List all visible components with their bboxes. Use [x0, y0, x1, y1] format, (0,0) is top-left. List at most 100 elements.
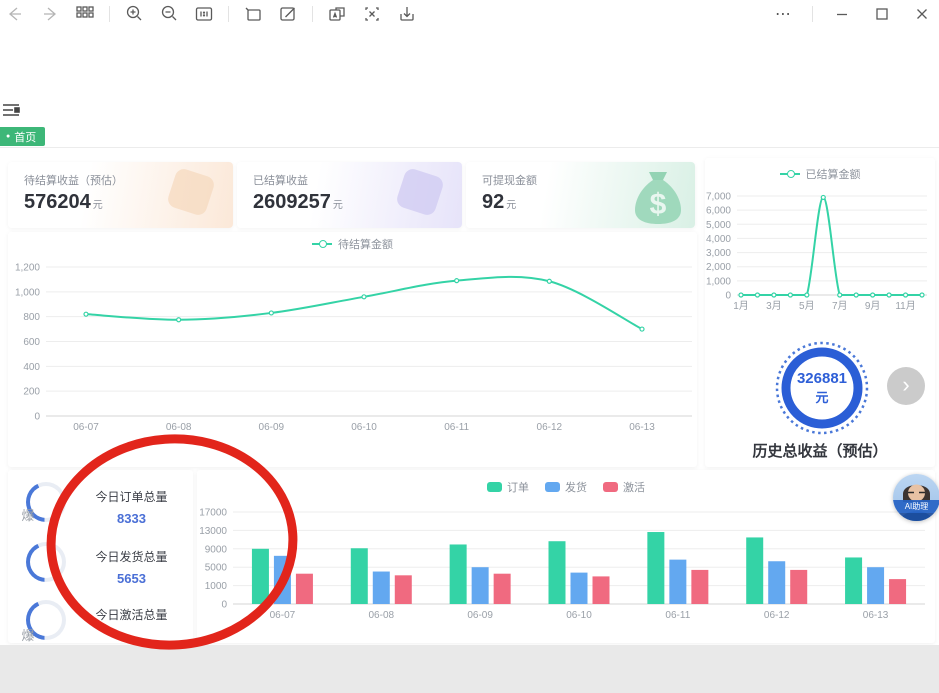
ring-label: 爆 — [8, 494, 48, 534]
data-point — [805, 293, 809, 297]
data-point — [177, 318, 181, 322]
svg-text:200: 200 — [23, 387, 40, 398]
titlebar-divider — [312, 6, 313, 22]
bar — [593, 576, 610, 604]
bar — [669, 560, 686, 604]
pending-amount-line-chart: 02004006008001,0001,20006-0706-0806-0906… — [8, 232, 697, 437]
forward-icon[interactable] — [39, 3, 61, 25]
card-unit: 元 — [93, 200, 103, 211]
stat-label: 今日激活总量 — [76, 606, 187, 623]
data-point — [739, 293, 743, 297]
svg-text:7,000: 7,000 — [706, 192, 731, 203]
bar — [790, 570, 807, 604]
more-icon[interactable]: ⋯ — [772, 3, 794, 25]
svg-text:800: 800 — [23, 312, 40, 323]
stat-label: 今日订单总量 — [76, 488, 187, 505]
legend-label: 发货 — [565, 479, 587, 495]
browser-titlebar: ⋯ — [0, 0, 939, 28]
card-pending-revenue: 待结算收益（预估） 576204元 — [8, 162, 233, 228]
titlebar-divider — [109, 6, 110, 22]
line-series — [86, 277, 642, 329]
app-window: ⋯ ● 首页 待结算收益（预估） 576204元 已结算收益 2609257元 … — [0, 0, 939, 645]
bar — [450, 544, 467, 604]
window-controls: ⋯ — [772, 0, 933, 28]
svg-text:1,200: 1,200 — [15, 263, 40, 274]
close-icon[interactable] — [911, 3, 933, 25]
data-point — [920, 293, 924, 297]
zoom-in-icon[interactable] — [123, 3, 145, 25]
svg-text:1,000: 1,000 — [15, 287, 40, 298]
ai-assistant-avatar[interactable]: AI助理 — [893, 474, 939, 521]
minimize-icon[interactable] — [831, 3, 853, 25]
data-point — [904, 293, 908, 297]
edit-icon[interactable] — [277, 3, 299, 25]
gauge-caption: 历史总收益（预估） — [705, 440, 935, 461]
svg-text:0: 0 — [725, 291, 731, 302]
money-bag-icon: $ — [629, 166, 687, 226]
apps-grid-icon[interactable] — [74, 3, 96, 25]
maximize-icon[interactable] — [871, 3, 893, 25]
svg-text:5月: 5月 — [799, 300, 815, 312]
svg-text:0: 0 — [34, 412, 40, 423]
back-icon[interactable] — [4, 3, 26, 25]
svg-text:$: $ — [650, 188, 667, 221]
download-icon[interactable] — [396, 3, 418, 25]
gauge-value: 326881 — [797, 370, 847, 387]
svg-text:0: 0 — [221, 600, 227, 611]
legend-item-activations[interactable]: 激活 — [603, 479, 645, 495]
collapse-menu-icon[interactable] — [2, 103, 22, 119]
header-divider — [0, 147, 939, 148]
bar — [571, 573, 588, 604]
svg-text:06-09: 06-09 — [259, 422, 285, 433]
svg-text:06-13: 06-13 — [629, 422, 655, 433]
legend-swatch-icon — [487, 482, 502, 492]
bar — [889, 579, 906, 604]
svg-text:9000: 9000 — [205, 544, 228, 555]
bar — [296, 574, 313, 604]
translate-icon[interactable] — [326, 3, 348, 25]
svg-text:06-10: 06-10 — [351, 422, 377, 433]
zoom-out-icon[interactable] — [158, 3, 180, 25]
bar — [351, 548, 368, 604]
settled-amount-line-chart: 01,0002,0003,0004,0005,0006,0007,0001月3月… — [705, 180, 935, 330]
settled-summary-panel: 已结算金额 01,0002,0003,0004,0005,0006,0007,0… — [705, 158, 935, 467]
legend-label: 订单 — [507, 479, 529, 495]
assistant-sub-band — [893, 513, 939, 521]
bar — [252, 549, 269, 604]
bar — [691, 570, 708, 604]
tab-home-label: 首页 — [14, 129, 36, 145]
data-point — [455, 279, 459, 283]
bar — [768, 561, 785, 604]
today-stats-panel: 爆 今日订单总量 8333 爆 今日发货总量 5653 今日激活总量 — [8, 470, 193, 643]
assistant-label: AI助理 — [893, 500, 939, 513]
data-point — [640, 327, 644, 331]
svg-text:5,000: 5,000 — [706, 220, 731, 231]
svg-text:4,000: 4,000 — [706, 234, 731, 245]
legend-swatch-icon — [545, 482, 560, 492]
svg-text:13000: 13000 — [199, 526, 227, 537]
stat-value: 8333 — [76, 511, 187, 526]
svg-text:9月: 9月 — [865, 300, 881, 312]
svg-text:06-11: 06-11 — [444, 422, 469, 433]
gauge-unit: 元 — [815, 387, 828, 406]
tab-home[interactable]: ● 首页 — [0, 127, 45, 146]
svg-text:06-13: 06-13 — [863, 610, 889, 621]
carousel-next-button[interactable]: › — [887, 367, 925, 405]
svg-text:600: 600 — [23, 337, 40, 348]
data-point — [84, 312, 88, 316]
select-text-icon[interactable] — [361, 3, 383, 25]
card-settled-revenue: 已结算收益 2609257元 — [237, 162, 462, 228]
titlebar-divider — [228, 6, 229, 22]
gauge-value-block: 326881 元 — [774, 340, 870, 436]
screenshot-icon[interactable] — [242, 3, 264, 25]
legend-item-shipments[interactable]: 发货 — [545, 479, 587, 495]
svg-text:06-08: 06-08 — [166, 422, 192, 433]
legend-item-orders[interactable]: 订单 — [487, 479, 529, 495]
stat-row-orders: 爆 今日订单总量 8333 — [8, 482, 193, 540]
svg-text:06-08: 06-08 — [368, 610, 394, 621]
data-point — [362, 295, 366, 299]
actual-size-icon[interactable] — [193, 3, 215, 25]
bar — [867, 567, 884, 604]
svg-text:3,000: 3,000 — [706, 248, 731, 259]
bar — [647, 532, 664, 604]
